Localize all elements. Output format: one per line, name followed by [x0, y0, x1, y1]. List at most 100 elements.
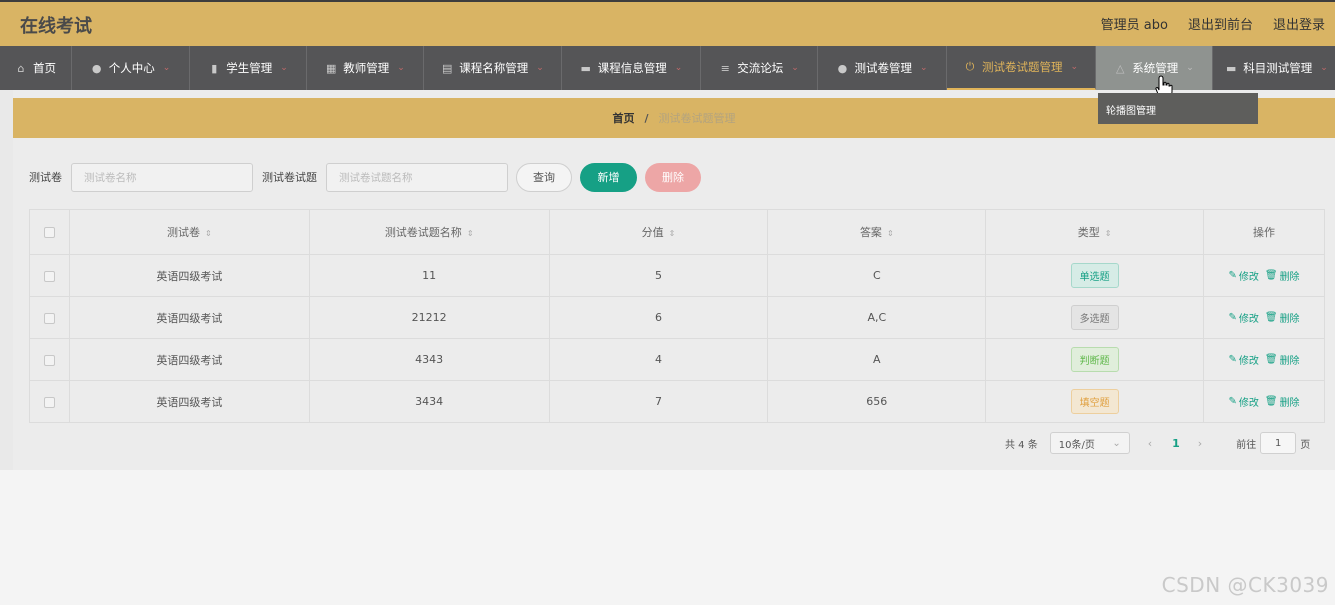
sort-icon[interactable]: ⇕	[669, 229, 676, 238]
sort-icon[interactable]: ⇕	[467, 229, 474, 238]
row-delete-button[interactable]: 🗑 删除	[1265, 394, 1300, 409]
row-select-cell	[29, 380, 70, 423]
edit-label: 修改	[1238, 356, 1259, 367]
row-select-cell	[29, 296, 70, 339]
person-icon: ●	[91, 61, 102, 75]
page-size-select[interactable]: 10条/页 ⌄	[1049, 432, 1130, 454]
logout-link[interactable]: 退出登录	[1273, 14, 1325, 33]
edit-button[interactable]: ✎ 修改	[1228, 310, 1258, 325]
cell-score: 6	[548, 296, 769, 339]
main-nav: ⌂ 首页 ● 个人中心 ⌄ ▮ 学生管理 ⌄ ▦ 教师管理 ⌄ ▤ 课程名称管理 ⌄ ▬ 课程信息管理 ⌄ ≡ 交流…	[0, 46, 1335, 90]
row-select-cell	[29, 338, 70, 381]
chevron-down-icon: ⌄	[1320, 63, 1328, 73]
cell-answer: A	[767, 338, 987, 381]
edit-label: 修改	[1238, 314, 1259, 325]
row-checkbox[interactable]	[43, 312, 55, 324]
power-icon: ⏻	[965, 60, 975, 73]
edit-button[interactable]: ✎ 修改	[1228, 394, 1258, 409]
nav-item-students[interactable]: ▮ 学生管理 ⌄	[190, 46, 307, 90]
nav-item-label: 教师管理	[343, 61, 390, 75]
cell-actions: ✎ 修改 🗑 删除	[1203, 338, 1325, 381]
edit-label: 修改	[1238, 398, 1259, 409]
column-label: 类型	[1077, 226, 1100, 239]
nav-item-label: 课程信息管理	[597, 61, 667, 75]
goto-suffix: 页	[1300, 439, 1311, 451]
admin-user-link[interactable]: 管理员 abo	[1101, 14, 1168, 33]
table-row: 英语四级考试 3434 7 656 填空题 ✎ 修改 🗑 删除	[29, 380, 1325, 423]
delete-label: 删除	[1279, 356, 1300, 367]
delete-label: 删除	[1279, 314, 1300, 325]
cell-question: 21212	[308, 296, 550, 339]
cell-paper: 英语四级考试	[68, 380, 310, 423]
back-to-frontend-link[interactable]: 退出到前台	[1188, 14, 1253, 33]
column-header-type[interactable]: 类型 ⇕	[985, 209, 1205, 255]
chevron-down-icon: ⌄	[536, 63, 544, 73]
question-name-input[interactable]: 测试卷试题名称	[326, 162, 508, 192]
row-checkbox[interactable]	[43, 270, 55, 282]
chevron-down-icon: ⌄	[919, 63, 928, 73]
query-button[interactable]: 查询	[516, 162, 572, 192]
table-header-row: 测试卷 ⇕ 测试卷试题名称 ⇕ 分值 ⇕ 答案 ⇕ 类型 ⇕ 操作	[29, 209, 1325, 255]
chevron-down-icon: ⌄	[791, 63, 799, 73]
cell-paper: 英语四级考试	[68, 338, 310, 381]
nav-item-personal-center[interactable]: ● 个人中心 ⌄	[72, 46, 190, 90]
edit-icon: ✎	[1228, 396, 1237, 407]
nav-item-test-papers[interactable]: ● 测试卷管理 ⌄	[818, 46, 947, 90]
add-button[interactable]: 新增	[580, 162, 637, 192]
page-number-current[interactable]: 1	[1172, 437, 1180, 450]
edit-button[interactable]: ✎ 修改	[1228, 268, 1258, 283]
cell-score: 7	[548, 380, 769, 423]
select-all-checkbox[interactable]	[43, 227, 55, 238]
dropdown-item-carousel[interactable]: 轮播图管理	[1106, 102, 1250, 117]
type-tag: 填空题	[1070, 389, 1119, 414]
edit-icon: ✎	[1228, 270, 1237, 281]
sort-icon[interactable]: ⇕	[887, 229, 894, 238]
page-size-value: 10条/页	[1058, 439, 1095, 451]
nav-item-paper-questions[interactable]: ⏻ 测试卷试题管理 ⌄	[947, 46, 1096, 90]
top-links: 管理员 abo 退出到前台 退出登录	[1101, 14, 1325, 33]
row-delete-button[interactable]: 🗑 删除	[1265, 268, 1300, 283]
column-header-actions: 操作	[1203, 209, 1325, 255]
column-header-score[interactable]: 分值 ⇕	[548, 209, 769, 255]
app-title: 在线考试	[20, 16, 92, 37]
nav-item-course-info[interactable]: ▬ 课程信息管理 ⌄	[562, 46, 701, 90]
watermark: CSDN @CK3039	[1161, 573, 1329, 597]
row-delete-button[interactable]: 🗑 删除	[1265, 310, 1300, 325]
sort-icon[interactable]: ⇕	[1105, 229, 1112, 238]
column-header-answer[interactable]: 答案 ⇕	[767, 209, 987, 255]
select-all-cell	[29, 209, 70, 255]
cell-type: 填空题	[985, 380, 1205, 423]
column-header-question[interactable]: 测试卷试题名称 ⇕	[308, 209, 550, 255]
chevron-down-icon: ⌄	[1186, 63, 1194, 73]
cell-paper: 英语四级考试	[68, 296, 310, 339]
table-row: 英语四级考试 4343 4 A 判断题 ✎ 修改 🗑 删除	[29, 338, 1325, 381]
breadcrumb-separator: /	[644, 111, 649, 125]
cell-actions: ✎ 修改 🗑 删除	[1203, 380, 1325, 423]
delete-button[interactable]: 删除	[645, 162, 701, 192]
nav-item-label: 测试卷管理	[854, 61, 912, 75]
column-header-paper[interactable]: 测试卷 ⇕	[68, 209, 310, 255]
paper-name-input[interactable]: 测试卷名称	[71, 162, 253, 192]
nav-item-home[interactable]: ⌂ 首页	[0, 46, 72, 90]
sort-icon[interactable]: ⇕	[205, 229, 212, 238]
row-checkbox[interactable]	[43, 354, 55, 366]
nav-item-label: 学生管理	[226, 61, 273, 75]
edit-button[interactable]: ✎ 修改	[1228, 352, 1258, 367]
cell-type: 判断题	[985, 338, 1205, 381]
nav-item-label: 交流论坛	[737, 61, 784, 75]
nav-item-subject-tests[interactable]: ▬ 科目测试管理 ⌄	[1213, 46, 1335, 90]
nav-item-forum[interactable]: ≡ 交流论坛 ⌄	[701, 46, 818, 90]
nav-item-label: 首页	[33, 61, 56, 75]
column-label: 分值	[641, 226, 664, 239]
nav-item-course-names[interactable]: ▤ 课程名称管理 ⌄	[424, 46, 562, 90]
breadcrumb-home[interactable]: 首页	[612, 110, 634, 126]
row-checkbox[interactable]	[43, 396, 55, 408]
goto-page-input[interactable]: 1	[1260, 432, 1297, 454]
next-page-icon[interactable]: ›	[1198, 437, 1202, 450]
prev-page-icon[interactable]: ‹	[1148, 437, 1152, 450]
cell-actions: ✎ 修改 🗑 删除	[1203, 296, 1325, 339]
filter-bar: 测试卷 测试卷名称 测试卷试题 测试卷试题名称 查询 新增 删除	[29, 162, 701, 192]
row-delete-button[interactable]: 🗑 删除	[1265, 352, 1300, 367]
nav-item-label: 测试卷试题管理	[981, 60, 1063, 74]
nav-item-teachers[interactable]: ▦ 教师管理 ⌄	[307, 46, 424, 90]
